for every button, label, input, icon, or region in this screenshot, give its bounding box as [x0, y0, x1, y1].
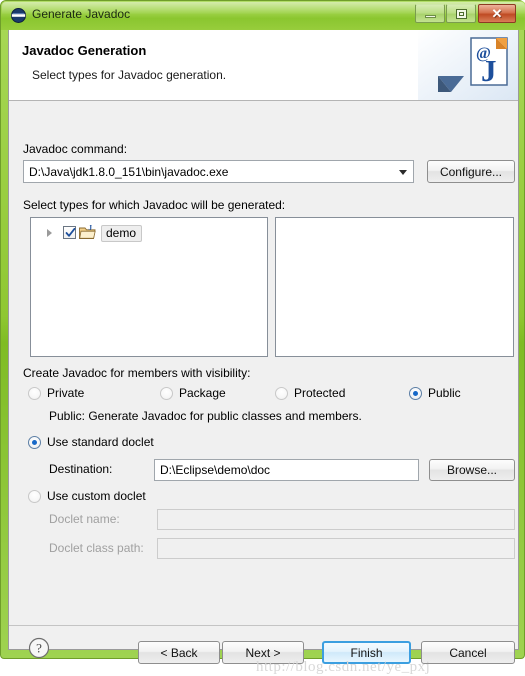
visibility-label: Create Javadoc for members with visibili…	[23, 366, 251, 380]
radio-use-standard-doclet[interactable]	[28, 436, 41, 449]
visibility-description: Public: Generate Javadoc for public clas…	[49, 409, 362, 423]
radio-package[interactable]	[160, 387, 173, 400]
back-button[interactable]: < Back	[138, 641, 220, 664]
doclet-name-label: Doclet name:	[49, 512, 120, 526]
radio-private-label[interactable]: Private	[47, 386, 84, 400]
chevron-down-icon[interactable]	[399, 170, 407, 175]
doclet-class-path-label: Doclet class path:	[49, 541, 144, 555]
close-icon: ✕	[479, 5, 515, 22]
doclet-name-input[interactable]	[157, 509, 515, 530]
select-types-label: Select types for which Javadoc will be g…	[23, 198, 286, 212]
minimize-icon	[416, 5, 444, 22]
close-glyph: ✕	[491, 6, 503, 21]
window-title: Generate Javadoc	[32, 7, 131, 21]
destination-label: Destination:	[49, 462, 113, 476]
tree-checkbox[interactable]	[63, 226, 76, 239]
svg-text:J: J	[89, 225, 93, 232]
radio-public-label[interactable]: Public	[428, 386, 461, 400]
watermark-text: http://blog.csdn.net/ye_pxj	[256, 659, 431, 675]
minimize-button[interactable]	[415, 4, 445, 23]
browse-button[interactable]: Browse...	[429, 459, 515, 481]
dialog-client-area: Javadoc Generation Select types for Java…	[8, 30, 519, 675]
dialog-window: Generate Javadoc ✕ Javadoc Generation Se…	[0, 0, 525, 675]
radio-protected[interactable]	[275, 387, 288, 400]
javadoc-command-combo[interactable]: D:\Java\jdk1.8.0_151\bin\javadoc.exe	[23, 160, 414, 183]
radio-use-custom-doclet[interactable]	[28, 490, 41, 503]
configure-button[interactable]: Configure...	[427, 160, 515, 183]
types-tree[interactable]: J demo	[30, 217, 268, 357]
maximize-icon	[447, 5, 475, 22]
page-title: Javadoc Generation	[22, 43, 147, 58]
radio-public[interactable]	[409, 387, 422, 400]
javadoc-command-label: Javadoc command:	[23, 142, 128, 156]
close-button[interactable]: ✕	[478, 4, 516, 23]
javadoc-at-j-page-icon: @ J	[418, 30, 518, 100]
radio-protected-label[interactable]: Protected	[294, 386, 345, 400]
radio-private[interactable]	[28, 387, 41, 400]
footer-divider	[9, 625, 518, 626]
javadoc-circle-icon	[11, 8, 26, 23]
maximize-button[interactable]	[446, 4, 476, 23]
types-detail-list[interactable]	[275, 217, 514, 357]
use-standard-doclet-label[interactable]: Use standard doclet	[47, 435, 154, 449]
wizard-banner: Javadoc Generation Select types for Java…	[9, 30, 518, 101]
svg-text:J: J	[481, 53, 497, 88]
svg-text:?: ?	[36, 641, 42, 656]
tree-item-label[interactable]: demo	[101, 225, 143, 242]
tree-row[interactable]: J demo	[31, 223, 267, 242]
help-icon[interactable]: ?	[28, 637, 50, 659]
destination-input[interactable]: D:\Eclipse\demo\doc	[154, 459, 419, 481]
title-bar[interactable]: Generate Javadoc ✕	[1, 1, 525, 30]
use-custom-doclet-label[interactable]: Use custom doclet	[47, 489, 146, 503]
page-subtitle: Select types for Javadoc generation.	[32, 68, 227, 82]
cancel-button[interactable]: Cancel	[421, 641, 515, 664]
radio-package-label[interactable]: Package	[179, 386, 226, 400]
doclet-class-path-input[interactable]	[157, 538, 515, 559]
java-project-folder-icon: J	[79, 224, 96, 240]
javadoc-command-value: D:\Java\jdk1.8.0_151\bin\javadoc.exe	[29, 165, 229, 179]
chevron-right-icon[interactable]	[47, 229, 52, 237]
